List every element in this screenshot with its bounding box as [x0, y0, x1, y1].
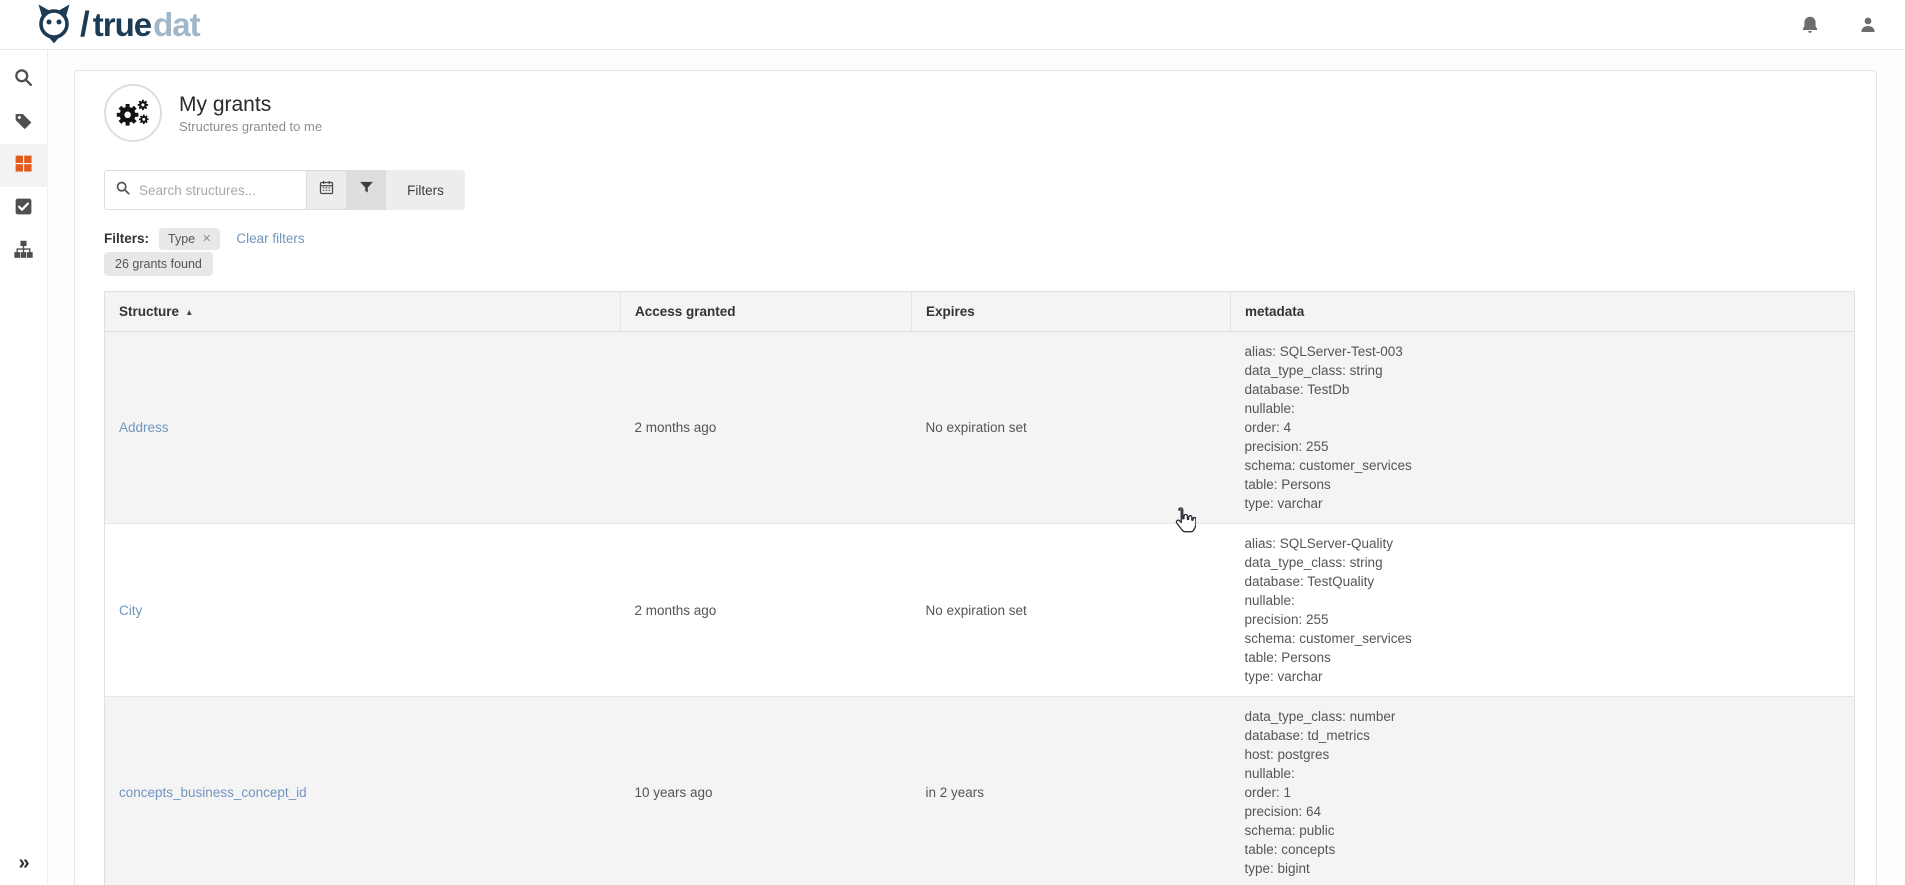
logo-slash: / — [80, 5, 90, 45]
top-bar: / true dat — [0, 0, 1905, 50]
grants-count-badge: 26 grants found — [104, 252, 213, 276]
access-granted-cell: 10 years ago — [621, 697, 912, 885]
filters-label: Filters: — [104, 231, 149, 246]
search-input[interactable] — [139, 183, 296, 198]
bell-icon[interactable] — [1799, 14, 1821, 36]
logo-text-secondary: dat — [153, 6, 200, 44]
sidebar-item-structures[interactable] — [0, 230, 48, 273]
filter-chip-type[interactable]: Type ✕ — [159, 228, 220, 250]
access-granted-cell: 2 months ago — [621, 332, 912, 524]
filter-chip-label: Type — [168, 232, 195, 246]
structure-link[interactable]: City — [119, 603, 142, 618]
filters-toggle-button[interactable] — [346, 170, 386, 210]
page-subtitle: Structures granted to me — [179, 119, 322, 134]
grid-icon — [13, 153, 34, 179]
search-box — [104, 170, 306, 210]
active-filters-row: Filters: Type ✕ Clear filters — [104, 226, 1855, 251]
column-header-metadata[interactable]: metadata — [1231, 292, 1855, 332]
grants-table: Structure▲ Access granted Expires metada… — [104, 291, 1855, 885]
topbar-actions — [1799, 14, 1879, 36]
search-icon — [13, 67, 34, 93]
access-granted-cell: 2 months ago — [621, 524, 912, 697]
metadata-cell: alias: SQLServer-Quality data_type_class… — [1231, 524, 1855, 697]
sidebar-item-tags[interactable] — [0, 101, 48, 144]
user-icon[interactable] — [1857, 14, 1879, 36]
checkbox-icon — [13, 196, 34, 222]
tag-icon — [13, 110, 34, 136]
expires-cell: No expiration set — [912, 524, 1231, 697]
metadata-cell: data_type_class: number database: td_met… — [1231, 697, 1855, 885]
date-filter-button[interactable] — [306, 170, 346, 210]
sitemap-icon — [13, 239, 34, 265]
search-toolbar: Filters — [104, 170, 1855, 210]
page-header-text: My grants Structures granted to me — [179, 92, 322, 134]
expires-cell: No expiration set — [912, 332, 1231, 524]
calendar-icon — [318, 179, 335, 201]
sidebar-collapse-button[interactable]: » — [0, 852, 48, 875]
table-row: Address 2 months ago No expiration set a… — [105, 332, 1855, 524]
search-icon — [115, 180, 131, 201]
sidebar-item-grants[interactable] — [0, 144, 48, 187]
logo-text-primary: true — [93, 6, 151, 44]
sort-asc-icon: ▲ — [185, 307, 193, 317]
column-header-structure[interactable]: Structure▲ — [105, 292, 621, 332]
page-title: My grants — [179, 92, 322, 117]
table-row: City 2 months ago No expiration set alia… — [105, 524, 1855, 697]
truedat-logo[interactable]: / true dat — [34, 1, 200, 48]
owl-icon — [34, 1, 74, 48]
column-header-expires[interactable]: Expires — [912, 292, 1231, 332]
funnel-icon — [358, 179, 375, 201]
app-viewport: / true dat — [0, 0, 1905, 885]
clear-filters-link[interactable]: Clear filters — [236, 231, 304, 246]
sidebar: » — [0, 50, 48, 885]
page-header: My grants Structures granted to me — [104, 84, 1855, 142]
sidebar-item-tasks[interactable] — [0, 187, 48, 230]
sidebar-item-search[interactable] — [0, 58, 48, 101]
column-header-access-granted[interactable]: Access granted — [621, 292, 912, 332]
metadata-cell: alias: SQLServer-Test-003 data_type_clas… — [1231, 332, 1855, 524]
chip-close-icon[interactable]: ✕ — [202, 232, 211, 245]
filters-button[interactable]: Filters — [386, 170, 465, 210]
structure-link[interactable]: concepts_business_concept_id — [119, 785, 307, 800]
gears-icon — [104, 84, 162, 142]
table-row: concepts_business_concept_id 10 years ag… — [105, 697, 1855, 885]
structure-link[interactable]: Address — [119, 420, 169, 435]
my-grants-card: My grants Structures granted to me — [74, 70, 1877, 885]
expires-cell: in 2 years — [912, 697, 1231, 885]
table-header-row: Structure▲ Access granted Expires metada… — [105, 292, 1855, 332]
